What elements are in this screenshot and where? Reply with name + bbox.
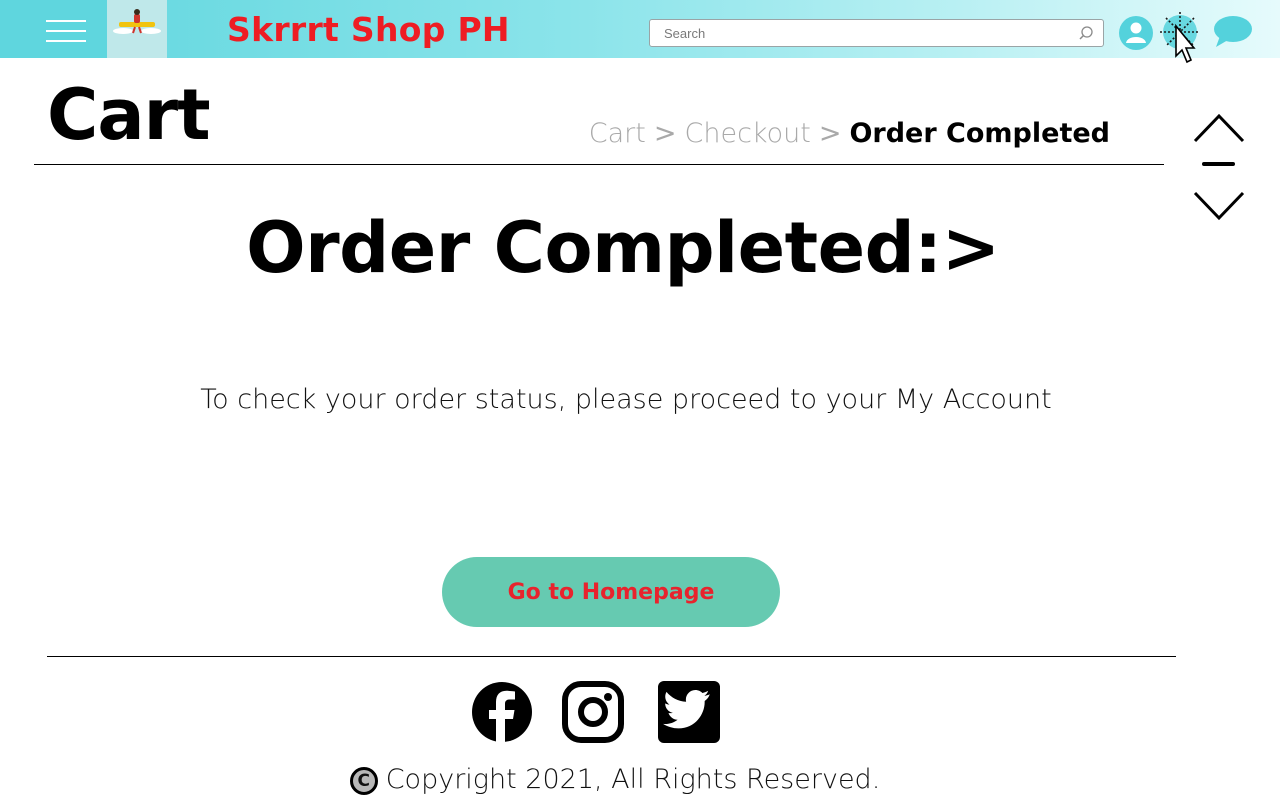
search-icon[interactable] xyxy=(1078,25,1094,41)
breadcrumb-current: Order Completed xyxy=(849,118,1110,149)
page-title: Cart xyxy=(47,74,211,156)
user-icon[interactable] xyxy=(1118,15,1154,51)
logo-image xyxy=(113,9,161,34)
breadcrumb: Cart > Checkout > Order Completed xyxy=(589,120,1110,147)
order-status-message: To check your order status, please proce… xyxy=(200,384,1052,415)
copyright-icon: C xyxy=(349,767,378,795)
breadcrumb-separator: > xyxy=(818,118,842,149)
breadcrumb-separator: > xyxy=(653,118,677,149)
hamburger-bar xyxy=(46,30,86,32)
chevron-up-icon[interactable] xyxy=(1192,110,1246,146)
settings-icon[interactable] xyxy=(1158,10,1204,72)
breadcrumb-checkout[interactable]: Checkout xyxy=(685,118,811,149)
breadcrumb-cart[interactable]: Cart xyxy=(589,118,646,149)
order-completed-title: Order Completed:> xyxy=(246,207,1000,289)
go-to-homepage-button[interactable]: Go to Homepage xyxy=(442,557,780,627)
brand-name[interactable]: Skrrrt Shop PH xyxy=(227,10,510,49)
heading-divider xyxy=(34,164,1164,165)
footer-divider xyxy=(47,656,1176,657)
copyright-text: Copyright 2021, All Rights Reserved. xyxy=(385,764,881,795)
top-header: Skrrrt Shop PH xyxy=(0,0,1280,64)
shop-logo[interactable] xyxy=(107,0,167,58)
search-bar xyxy=(649,19,1104,47)
search-input[interactable] xyxy=(664,24,1064,42)
twitter-icon[interactable] xyxy=(658,681,720,743)
copyright-footer: C Copyright 2021, All Rights Reserved. xyxy=(0,764,1230,795)
hamburger-menu-button[interactable] xyxy=(0,0,107,58)
facebook-icon[interactable] xyxy=(471,681,533,743)
instagram-icon[interactable] xyxy=(562,681,624,743)
hamburger-bar xyxy=(46,40,86,42)
scroll-indicator[interactable] xyxy=(1202,162,1235,166)
chat-icon[interactable] xyxy=(1212,14,1254,50)
hamburger-menu-icon xyxy=(46,20,86,22)
